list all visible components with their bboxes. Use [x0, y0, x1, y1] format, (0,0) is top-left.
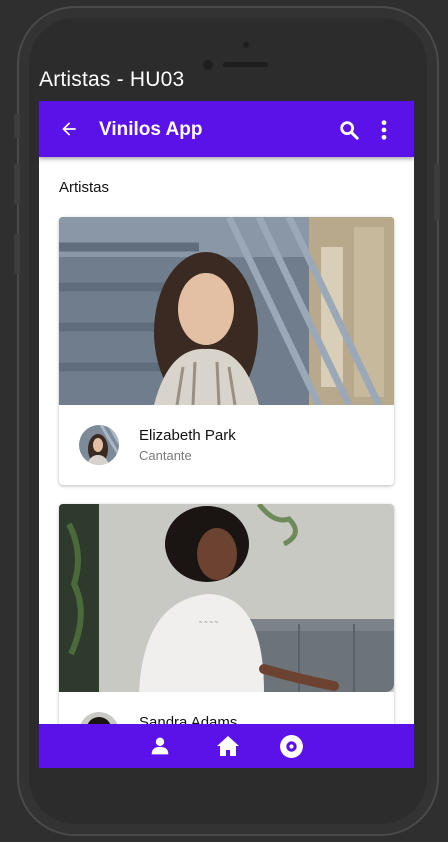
album-icon[interactable] — [279, 734, 304, 759]
section-title: Artistas — [59, 179, 110, 196]
earpiece-speaker — [223, 62, 268, 67]
artist-role: Cantante — [139, 448, 192, 463]
artist-photo: ~ ~ ~ ~ — [59, 504, 394, 692]
front-sensor — [243, 42, 249, 48]
search-icon[interactable] — [338, 119, 360, 141]
volume-up-button — [14, 164, 20, 204]
artist-list: Artistas Elizabeth Park Cantante ~ ~ ~ ~… — [39, 157, 414, 724]
mute-switch — [14, 114, 20, 138]
power-button — [434, 164, 440, 220]
app-screen: Vinilos App Artistas Elizabeth Park Cant… — [39, 101, 414, 768]
more-vert-icon[interactable] — [378, 119, 390, 141]
svg-text:~ ~ ~ ~: ~ ~ ~ ~ — [199, 620, 219, 626]
front-camera — [203, 60, 213, 70]
artist-name: Sandra Adams — [139, 714, 238, 724]
avatar — [79, 712, 119, 724]
app-bar: Vinilos App — [39, 101, 414, 157]
home-icon[interactable] — [216, 735, 240, 757]
avatar — [79, 425, 119, 465]
bottom-navigation — [39, 724, 414, 768]
app-title: Vinilos App — [99, 119, 203, 140]
arrow-left-icon[interactable] — [59, 119, 79, 139]
artist-photo — [59, 217, 394, 405]
artist-card[interactable]: ~ ~ ~ ~ Sandra Adams — [59, 504, 394, 724]
artist-card[interactable]: Elizabeth Park Cantante — [59, 217, 394, 485]
person-icon[interactable] — [150, 736, 170, 756]
artist-name: Elizabeth Park — [139, 427, 236, 444]
screen-title: Artistas - HU03 — [39, 68, 185, 91]
volume-down-button — [14, 234, 20, 274]
